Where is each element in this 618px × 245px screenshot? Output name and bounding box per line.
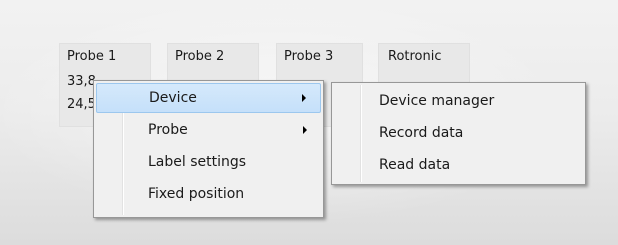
device-submenu: Device manager Record data Read data	[331, 82, 586, 185]
submenu-item-read-data[interactable]: Read data	[334, 150, 583, 180]
menu-item-label: Device	[149, 90, 197, 106]
probe-title: Probe 1	[67, 49, 117, 64]
probe-title: Probe 3	[284, 49, 334, 64]
menu-item-label: Record data	[379, 125, 464, 141]
menu-item-label: Device manager	[379, 93, 495, 109]
chevron-right-icon	[302, 94, 306, 102]
menu-item-label: Fixed position	[148, 186, 245, 202]
submenu-item-record-data[interactable]: Record data	[334, 118, 583, 148]
menu-item-label: Probe	[148, 122, 188, 138]
probe-reading-1: 33,8	[67, 74, 96, 89]
chevron-right-icon	[303, 126, 307, 134]
menu-item-device[interactable]: Device	[96, 83, 321, 113]
probe-title: Rotronic	[388, 49, 442, 64]
menu-item-label-settings[interactable]: Label settings	[96, 147, 321, 177]
probe-title: Probe 2	[175, 49, 225, 64]
context-menu: Device Probe Label settings Fixed positi…	[93, 80, 324, 218]
menu-item-label: Read data	[379, 157, 451, 173]
menu-item-label: Label settings	[148, 154, 247, 170]
menu-item-probe[interactable]: Probe	[96, 115, 321, 145]
probe-reading-2: 24,5	[67, 97, 96, 112]
menu-item-fixed-position[interactable]: Fixed position	[96, 179, 321, 209]
submenu-item-device-manager[interactable]: Device manager	[334, 86, 583, 116]
